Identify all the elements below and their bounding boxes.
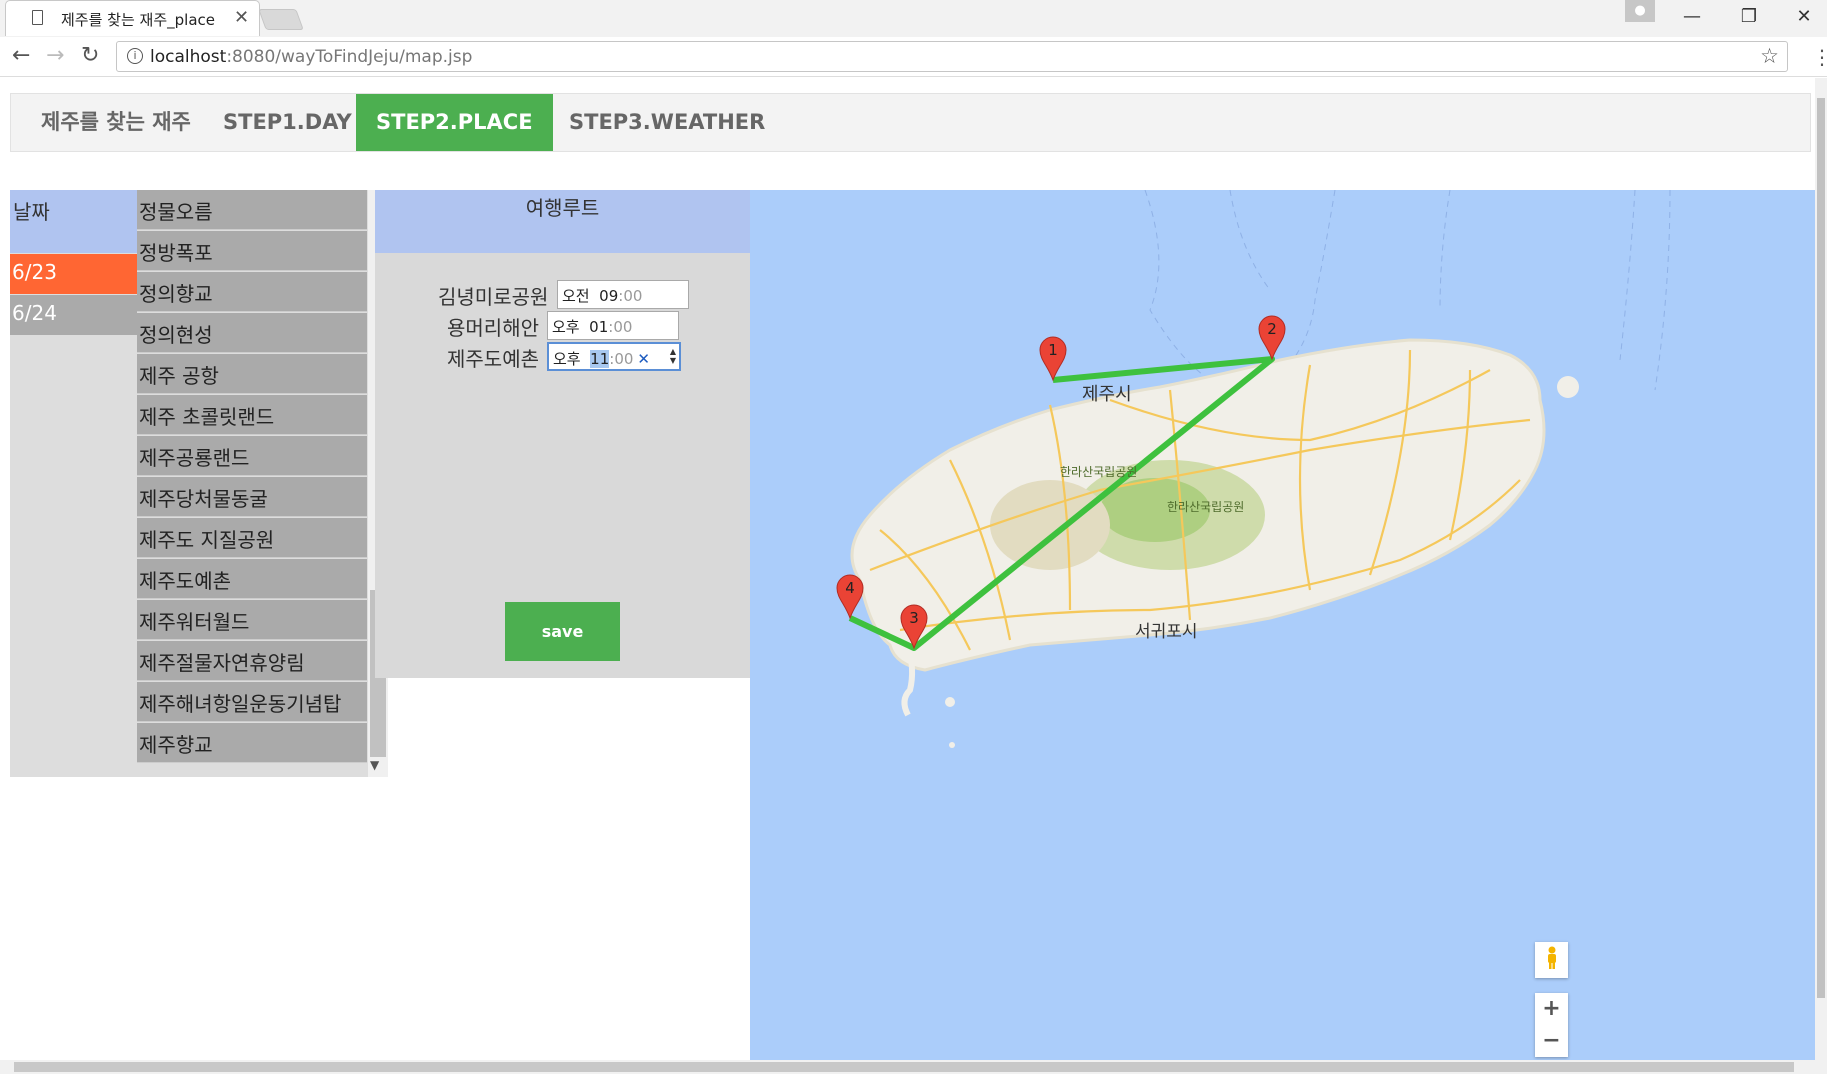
close-tab-icon[interactable]: ✕ — [234, 7, 249, 28]
save-button[interactable]: save — [505, 602, 620, 661]
place-item[interactable]: 제주향교 — [137, 723, 367, 763]
nav-brand[interactable]: 제주를 찾는 재주 — [21, 94, 211, 151]
place-item[interactable]: 정물오름 — [137, 190, 367, 230]
date-item-selected[interactable]: 6/23 — [10, 254, 137, 294]
restore-icon[interactable]: ❐ — [1731, 4, 1767, 30]
date-item[interactable]: 6/24 — [10, 295, 137, 335]
label-seogwipo-si: 서귀포시 — [1135, 622, 1198, 642]
document-icon — [32, 10, 43, 25]
route-time-input-focused[interactable]: 오후 11:00 ✕ ▲ ▼ — [547, 342, 681, 371]
place-item[interactable]: 제주당처물동굴 — [137, 477, 367, 517]
top-navbar: 제주를 찾는 재주 STEP1.DAY STEP2.PLACE STEP3.WE… — [10, 93, 1811, 152]
label-hallasan-park: 한라산국립공원 — [1167, 500, 1244, 514]
bookmark-star-icon[interactable]: ☆ — [1760, 44, 1779, 68]
place-item[interactable]: 정방폭포 — [137, 231, 367, 271]
page-vertical-scrollbar[interactable] — [1815, 78, 1827, 1060]
menu-icon[interactable]: ⋮ — [1812, 45, 1827, 69]
route-header: 여행루트 — [375, 190, 750, 253]
place-item[interactable]: 정의향교 — [137, 272, 367, 312]
svg-text:4: 4 — [845, 579, 855, 597]
place-item[interactable]: 제주도 지질공원 — [137, 518, 367, 558]
zoom-control: + − — [1535, 993, 1568, 1057]
spinner-icon[interactable]: ▲ ▼ — [670, 347, 676, 365]
zoom-in-button[interactable]: + — [1535, 993, 1568, 1025]
nav-step3-weather[interactable]: STEP3.WEATHER — [549, 94, 785, 151]
marker-1[interactable]: 1 — [1039, 336, 1067, 382]
label-hallasan-park: 한라산국립공원 — [1060, 465, 1137, 479]
tab-strip: 제주를 찾는 재주_place ✕ ● — ❐ ✕ — [0, 0, 1827, 37]
place-item[interactable]: 제주절물자연휴양림 — [137, 641, 367, 681]
place-item[interactable]: 정의현성 — [137, 313, 367, 353]
place-item[interactable]: 제주 공항 — [137, 354, 367, 394]
place-item[interactable]: 제주해녀항일운동기념탑 — [137, 682, 367, 722]
route-time-input[interactable]: 오전 09:00 — [557, 280, 689, 309]
url-text: localhost:8080/wayToFindJeju/map.jsp — [150, 47, 473, 67]
place-item[interactable]: 제주도예촌 — [137, 559, 367, 599]
tab-title: 제주를 찾는 재주_place — [61, 11, 215, 29]
browser-tab[interactable]: 제주를 찾는 재주_place ✕ — [5, 0, 260, 36]
marker-4[interactable]: 4 — [836, 574, 864, 620]
place-list[interactable]: 정물오름 정방폭포 정의향교 정의현성 제주 공항 제주 초콜릿랜드 제주공룡랜… — [137, 190, 388, 777]
place-item[interactable]: 제주공룡랜드 — [137, 436, 367, 476]
marker-2[interactable]: 2 — [1258, 315, 1286, 361]
route-place-label: 제주도예촌 — [447, 347, 539, 371]
new-tab-button[interactable] — [258, 9, 304, 30]
window-close-icon[interactable]: ✕ — [1786, 4, 1822, 30]
browser-chrome: 제주를 찾는 재주_place ✕ ● — ❐ ✕ ← → ↻ i localh… — [0, 0, 1827, 77]
route-place-label: 김녕미로공원 — [438, 285, 549, 309]
date-header: 날짜 — [10, 190, 137, 253]
nav-step2-place[interactable]: STEP2.PLACE — [356, 94, 553, 151]
place-item[interactable]: 제주워터월드 — [137, 600, 367, 640]
info-icon[interactable]: i — [127, 48, 143, 64]
profile-icon[interactable]: ● — [1625, 0, 1655, 22]
nav-step1-day[interactable]: STEP1.DAY — [203, 94, 372, 151]
route-place-label: 용머리해안 — [447, 316, 539, 340]
address-bar[interactable]: i localhost:8080/wayToFindJeju/map.jsp ☆ — [116, 41, 1788, 72]
minimize-icon[interactable]: — — [1674, 4, 1710, 30]
pegman-icon[interactable] — [1535, 942, 1568, 978]
label-jeju-si: 제주시 — [1082, 384, 1132, 405]
date-column: 날짜 6/23 6/24 — [10, 190, 137, 777]
route-time-input[interactable]: 오후 01:00 — [547, 311, 679, 340]
place-item[interactable]: 제주 초콜릿랜드 — [137, 395, 367, 435]
jeju-map-svg: 1 2 3 4 제주시 서귀포시 한라산국립공원 한라산국립공원 — [836, 190, 1671, 748]
page-horizontal-scrollbar[interactable] — [0, 1060, 1827, 1074]
clear-icon[interactable]: ✕ — [637, 350, 650, 368]
zoom-out-button[interactable]: − — [1535, 1025, 1568, 1057]
svg-text:3: 3 — [909, 609, 919, 627]
browser-toolbar: ← → ↻ i localhost:8080/wayToFindJeju/map… — [0, 37, 1827, 77]
scroll-down-icon[interactable]: ▼ — [370, 758, 379, 772]
reload-icon[interactable]: ↻ — [81, 43, 99, 68]
svg-text:2: 2 — [1267, 320, 1277, 338]
back-icon[interactable]: ← — [12, 43, 30, 68]
map[interactable]: 1 2 3 4 제주시 서귀포시 한라산국립공원 한라산국립공원 + − — [750, 190, 1821, 1060]
forward-icon[interactable]: → — [46, 43, 64, 68]
page: 제주를 찾는 재주 STEP1.DAY STEP2.PLACE STEP3.WE… — [0, 78, 1827, 1074]
route-panel: 여행루트 김녕미로공원 오전 09:00 용머리해안 오후 01:00 제주도예… — [375, 190, 750, 678]
svg-text:1: 1 — [1048, 341, 1058, 359]
